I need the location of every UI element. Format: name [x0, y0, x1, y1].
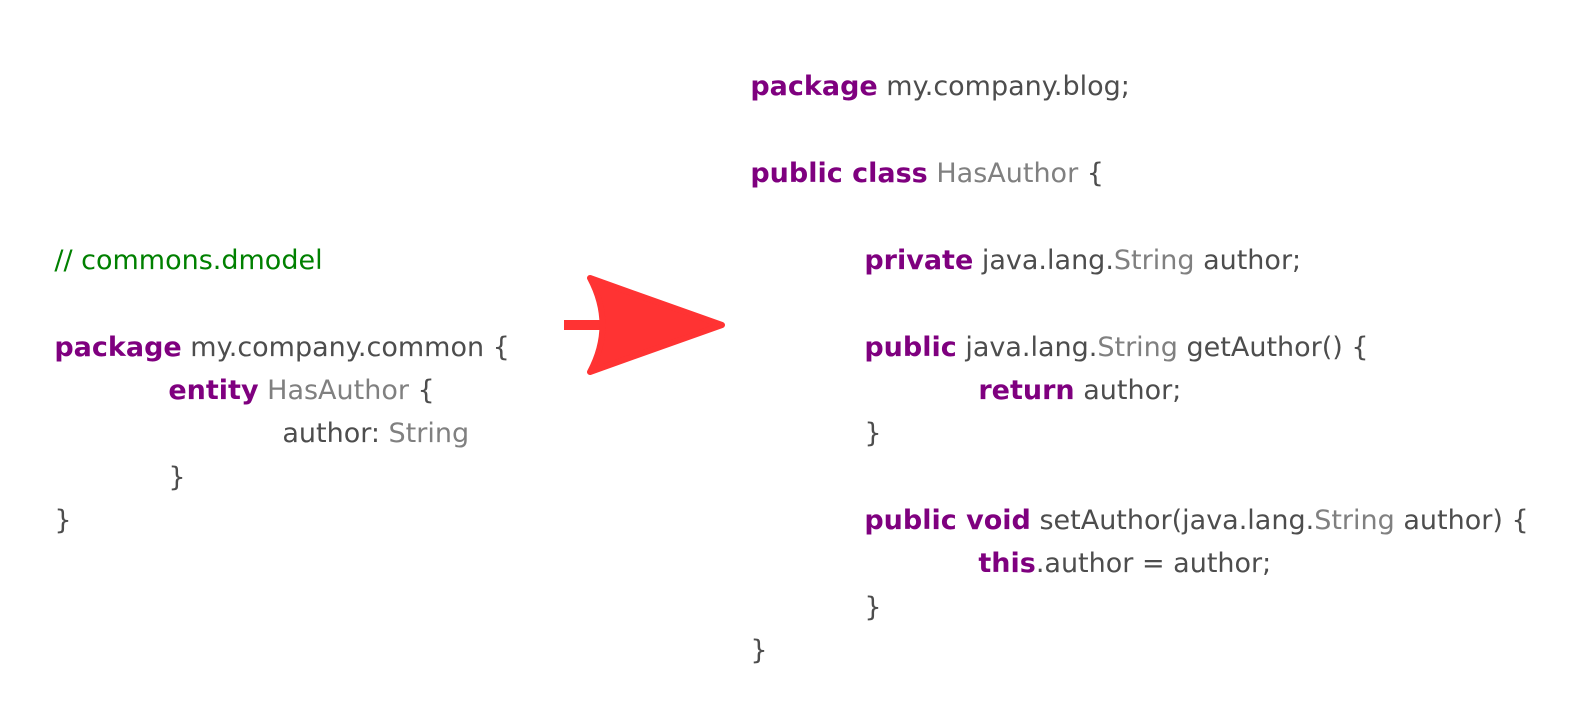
- keyword: public class: [750, 158, 928, 189]
- code-line-assign: this.author = author;: [944, 513, 1271, 579]
- type-name: String: [1113, 245, 1195, 276]
- code-text: }: [864, 418, 882, 449]
- code-text: my.company.blog;: [877, 71, 1130, 102]
- code-line-getter: public java.lang.String getAuthor() {: [830, 297, 1368, 363]
- code-line-close-brace: }: [830, 383, 881, 449]
- type-name: HasAuthor: [936, 158, 1079, 189]
- code-line-close-brace: }: [716, 600, 767, 666]
- code-text: author;: [1074, 375, 1182, 406]
- keyword: this: [978, 548, 1036, 579]
- code-text: }: [864, 592, 882, 623]
- keyword: package: [750, 71, 878, 102]
- code-line-return: return author;: [944, 340, 1181, 406]
- code-text: author) {: [1394, 505, 1529, 536]
- code-text: getAuthor() {: [1177, 332, 1369, 363]
- right-code-panel: package my.company.blog; public class Ha…: [0, 0, 1587, 671]
- code-text: author;: [1194, 245, 1302, 276]
- code-line-close-brace: }: [830, 557, 881, 623]
- code-text: java.lang.: [973, 245, 1114, 276]
- type-name: String: [1314, 505, 1395, 536]
- code-text: {: [1078, 158, 1104, 189]
- code-text: }: [750, 635, 768, 666]
- keyword: return: [978, 375, 1075, 406]
- code-line-class: public class HasAuthor {: [716, 123, 1104, 189]
- code-line-setter: public void setAuthor(java.lang.String a…: [830, 470, 1528, 536]
- code-line-field: private java.lang.String author;: [830, 210, 1301, 276]
- keyword: private: [864, 245, 974, 276]
- code-line-package: package my.company.blog;: [716, 36, 1130, 102]
- keyword: public: [864, 332, 957, 363]
- code-text: .author = author;: [1035, 548, 1272, 579]
